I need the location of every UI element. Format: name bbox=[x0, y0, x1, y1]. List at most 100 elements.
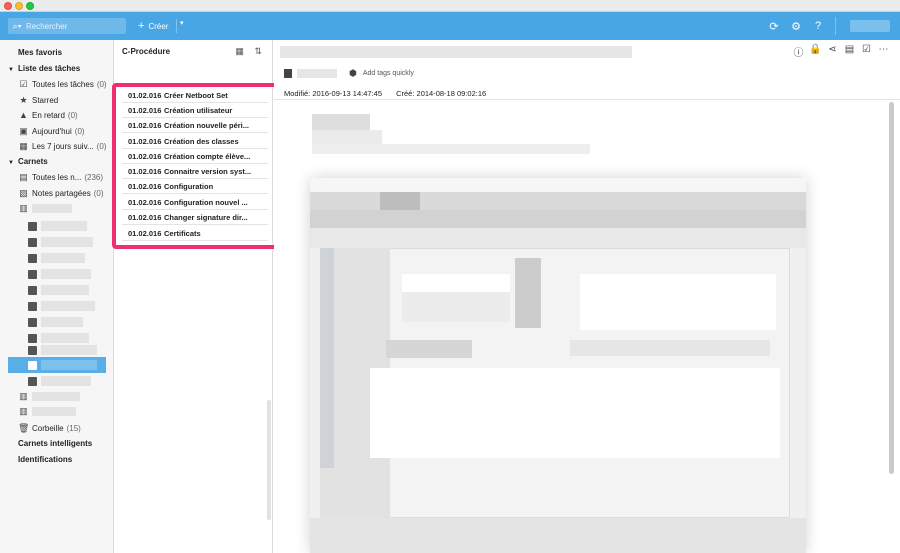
sidebar: Mes favoris ▼ Liste des tâches ☑ Toutes le… bbox=[0, 40, 114, 553]
sidebar-notebook-item[interactable] bbox=[28, 300, 95, 312]
image-region bbox=[370, 368, 780, 458]
image-region bbox=[320, 248, 334, 468]
note-list-item[interactable]: 01.02.016 Connaitre version syst... bbox=[122, 164, 268, 179]
blurred-text bbox=[312, 144, 590, 154]
note-list-item[interactable]: 01.02.016 Création utilisateur bbox=[122, 103, 268, 118]
close-window-button[interactable] bbox=[4, 2, 12, 10]
notebook-icon bbox=[28, 301, 37, 311]
blurred-label bbox=[41, 285, 89, 295]
sidebar-item-all-tasks[interactable]: ☑ Toutes les tâches (0) bbox=[18, 79, 106, 90]
tasks-header[interactable]: ▼ Liste des tâches bbox=[8, 64, 80, 73]
note-list-scrollbar[interactable] bbox=[267, 400, 271, 520]
image-region bbox=[310, 210, 806, 228]
sidebar-item-notebook-stack[interactable]: ▥ bbox=[18, 203, 72, 214]
notebook-icon bbox=[28, 333, 37, 343]
image-region bbox=[310, 518, 806, 553]
note-list-item[interactable]: 01.02.016 Configuration nouvel ... bbox=[122, 195, 268, 210]
sidebar-notebook-item[interactable] bbox=[28, 344, 97, 356]
image-region bbox=[386, 340, 472, 358]
blurred-text bbox=[312, 114, 370, 130]
note-list-item[interactable]: 01.02.016 Création compte élève... bbox=[122, 149, 268, 164]
editor-scrollbar[interactable] bbox=[889, 102, 894, 474]
minimize-window-button[interactable] bbox=[15, 2, 23, 10]
sidebar-item-today[interactable]: ▣ Aujourd'hui (0) bbox=[18, 126, 84, 137]
window-titlebar bbox=[0, 0, 900, 12]
sidebar-notebook-item-active[interactable] bbox=[28, 359, 97, 371]
zoom-window-button[interactable] bbox=[26, 2, 34, 10]
sidebar-item-overdue[interactable]: ▲ En retard (0) bbox=[18, 110, 78, 120]
add-tags-input[interactable]: Add tags quickly bbox=[363, 70, 414, 77]
search-input[interactable]: Rechercher bbox=[26, 22, 67, 31]
warning-icon: ▲ bbox=[19, 110, 28, 120]
notebook-icon bbox=[28, 317, 37, 327]
note-notebook-selector[interactable] bbox=[297, 69, 337, 78]
notebook-stack-icon: ▥ bbox=[19, 391, 28, 401]
note-list-item[interactable]: 01.02.016 Changer signature dir... bbox=[122, 210, 268, 225]
create-button[interactable]: + Créer bbox=[138, 18, 168, 34]
image-region bbox=[580, 274, 776, 330]
search-box[interactable]: ⌕▾ Rechercher bbox=[8, 18, 126, 34]
blurred-label bbox=[41, 253, 85, 263]
blurred-label bbox=[41, 269, 91, 279]
print-icon[interactable]: ▤ bbox=[841, 44, 858, 59]
note-list-item[interactable]: 01.02.016 Création des classes bbox=[122, 134, 268, 149]
notebook-stack-icon: ▥ bbox=[19, 203, 28, 213]
star-icon: ★ bbox=[19, 95, 28, 105]
blurred-label bbox=[41, 345, 97, 355]
blurred-label bbox=[41, 333, 89, 343]
more-icon[interactable]: ⋯ bbox=[875, 44, 892, 59]
sidebar-notebook-item[interactable] bbox=[28, 284, 89, 296]
checkbox-icon: ☑ bbox=[19, 79, 28, 89]
share-icon[interactable]: ⋖ bbox=[824, 44, 841, 59]
smart-notebooks-header[interactable]: Carnets intelligents bbox=[18, 439, 92, 448]
blurred-label bbox=[32, 204, 72, 213]
note-list-item[interactable]: 01.02.016 Certificats bbox=[122, 226, 268, 241]
identifications-header[interactable]: Identifications bbox=[18, 455, 72, 464]
notebook-icon bbox=[28, 237, 37, 247]
sync-icon[interactable]: ⟳ bbox=[763, 20, 785, 33]
sidebar-notebook-item[interactable] bbox=[28, 332, 89, 344]
sidebar-item-trash[interactable]: 🗑 Corbeille (15) bbox=[18, 423, 81, 434]
note-list-item[interactable]: 01.02.016 Création nouvelle péri... bbox=[122, 118, 268, 133]
info-icon[interactable]: ⓘ bbox=[790, 44, 807, 59]
create-label: Créer bbox=[148, 21, 169, 31]
grid-view-icon[interactable]: ▦ bbox=[235, 46, 244, 56]
sidebar-notebook-item[interactable] bbox=[28, 268, 91, 280]
sidebar-item-notebook-stack-2[interactable]: ▥ bbox=[18, 391, 80, 402]
blurred-label bbox=[32, 407, 76, 416]
avatar[interactable] bbox=[850, 20, 890, 32]
blurred-label bbox=[41, 360, 97, 370]
sidebar-item-all-notes[interactable]: ▤ Toutes les n... (236) bbox=[18, 172, 103, 183]
sidebar-item-shared-notes[interactable]: ▧ Notes partagées (0) bbox=[18, 188, 103, 199]
sidebar-item-next-7-days[interactable]: ▦ Les 7 jours suiv... (0) bbox=[18, 141, 106, 152]
sidebar-notebook-item[interactable] bbox=[28, 375, 91, 387]
note-title-field[interactable] bbox=[280, 46, 632, 58]
create-dropdown-button[interactable]: ▾ bbox=[180, 19, 184, 27]
blurred-label bbox=[32, 392, 80, 401]
sidebar-item-notebook-stack-3[interactable]: ▥ bbox=[18, 406, 76, 417]
note-list-item[interactable]: 01.02.016 Configuration bbox=[122, 179, 268, 194]
gear-icon[interactable]: ⚙ bbox=[785, 20, 807, 33]
lock-icon[interactable]: 🔒 bbox=[807, 44, 824, 59]
note-list-item[interactable]: 01.02.016 Créer Netboot Set bbox=[122, 88, 268, 103]
top-toolbar: ⌕▾ Rechercher + Créer ▾ ⟳ ⚙ ? bbox=[0, 12, 900, 40]
favorites-header[interactable]: Mes favoris bbox=[18, 48, 62, 57]
sidebar-notebook-item[interactable] bbox=[28, 316, 83, 328]
checkbox-icon[interactable]: ☑ bbox=[858, 44, 875, 59]
notebook-icon bbox=[28, 253, 37, 263]
image-region bbox=[515, 258, 541, 328]
sidebar-notebook-item[interactable] bbox=[28, 236, 93, 248]
sidebar-notebook-item[interactable] bbox=[28, 252, 85, 264]
sidebar-notebook-item[interactable] bbox=[28, 220, 87, 232]
image-region bbox=[570, 340, 770, 356]
note-notebook-tags-row: ⬢ Add tags quickly bbox=[284, 68, 414, 79]
sort-icon[interactable]: ⇅ bbox=[254, 46, 262, 56]
notebooks-header[interactable]: ▼ Carnets bbox=[8, 157, 48, 166]
sidebar-item-starred[interactable]: ★ Starred bbox=[18, 95, 61, 106]
image-region bbox=[310, 228, 806, 248]
notes-stack-icon: ▤ bbox=[19, 172, 28, 182]
help-icon[interactable]: ? bbox=[807, 20, 829, 32]
embedded-screenshot-image bbox=[310, 178, 806, 553]
notebook-icon bbox=[284, 69, 292, 78]
shared-notes-icon: ▧ bbox=[19, 188, 28, 198]
